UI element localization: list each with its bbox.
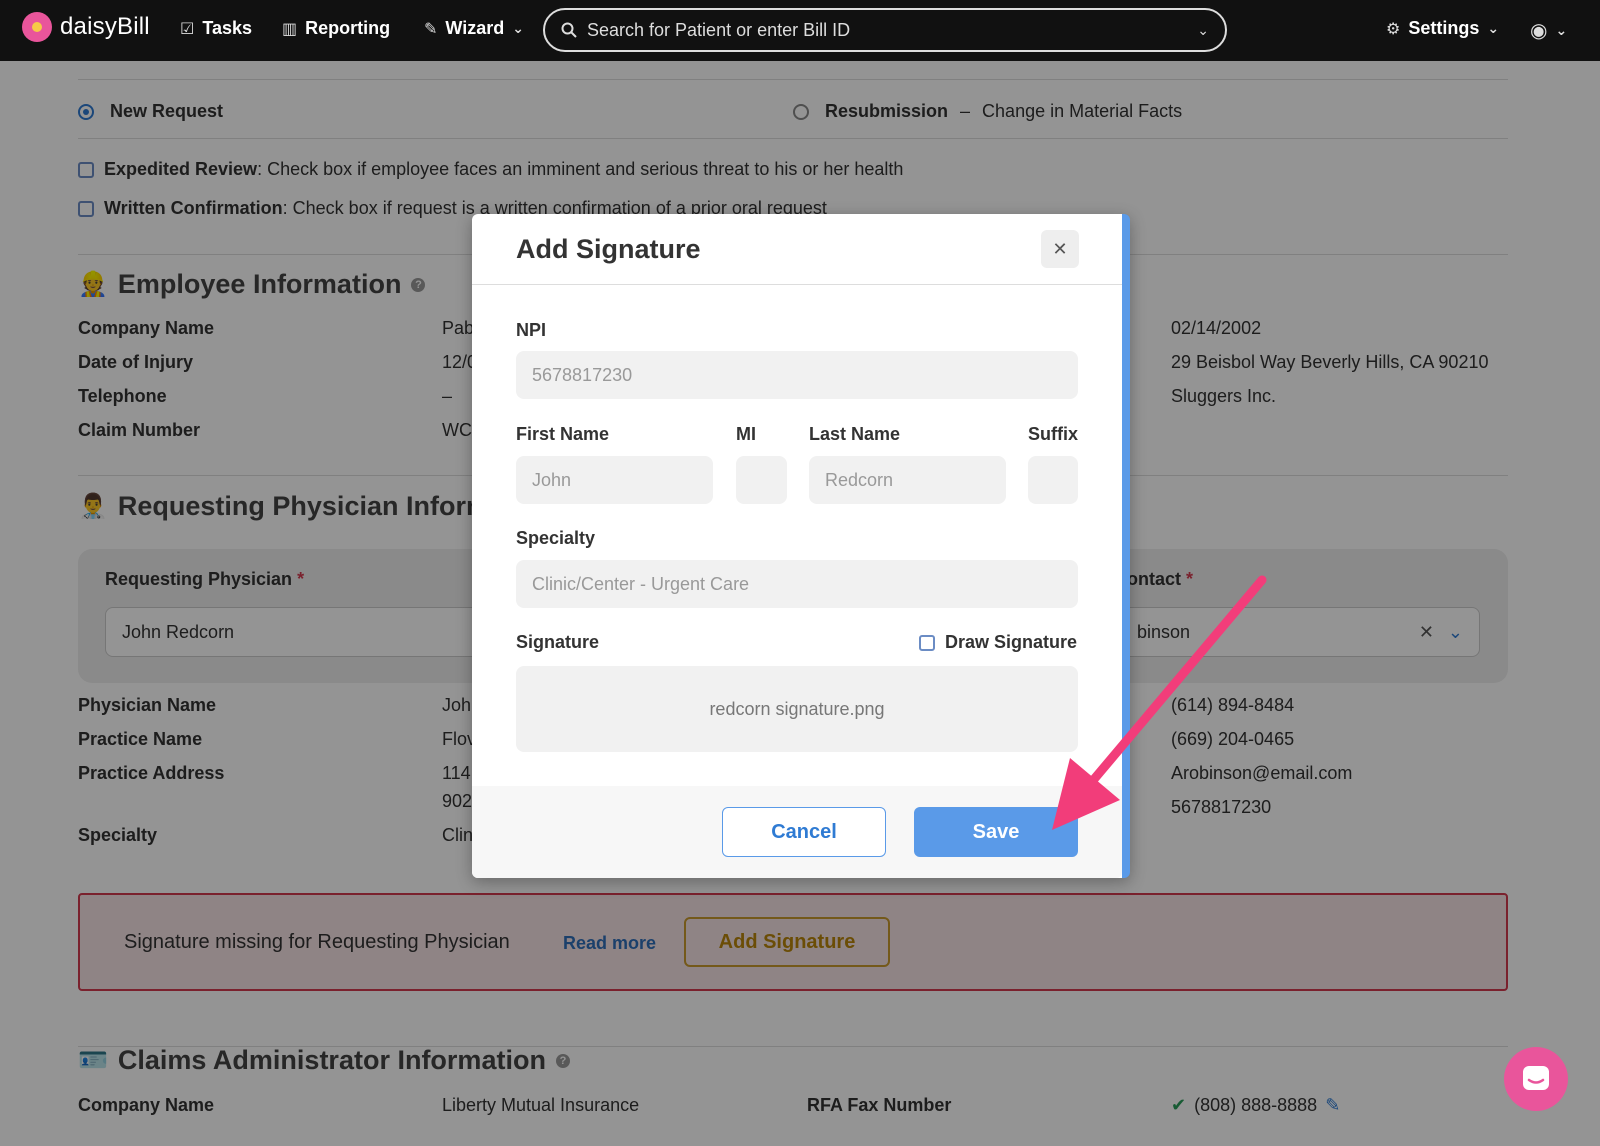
arrow-head-icon bbox=[1052, 758, 1120, 830]
arrow-shaft bbox=[1085, 575, 1267, 789]
chat-launcher-button[interactable] bbox=[1504, 1047, 1568, 1111]
chat-icon bbox=[1523, 1066, 1549, 1090]
annotation-arrow bbox=[1052, 575, 1267, 830]
